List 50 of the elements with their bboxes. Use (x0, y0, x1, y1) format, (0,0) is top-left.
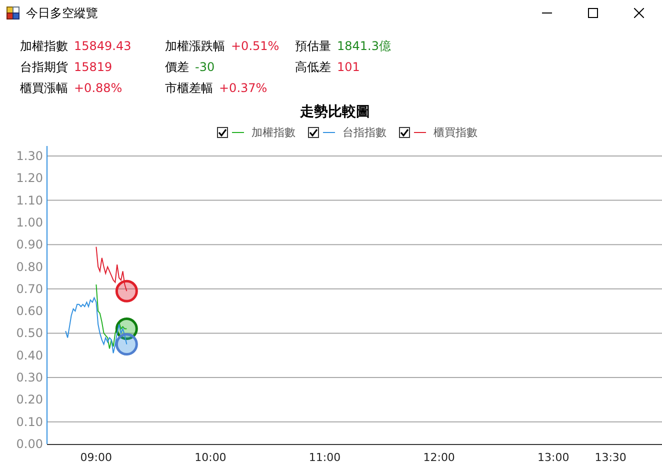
y-tick-label: 0.90 (16, 238, 43, 252)
chart-title: 走勢比較圖 (299, 103, 371, 121)
legend-checkbox[interactable] (308, 127, 318, 138)
y-tick-label: 0.60 (16, 304, 43, 318)
end-marker (115, 280, 138, 302)
y-tick-label: 1.10 (16, 193, 43, 208)
stat-label: 價差 (165, 59, 189, 76)
stat-value: 101 (337, 59, 360, 76)
y-tick-label: 0.70 (16, 282, 43, 296)
y-tick-label: 0.40 (16, 348, 43, 362)
stat-value: 15849.43 (74, 38, 132, 55)
y-tick-label: 0.30 (16, 370, 43, 385)
stat-value: +0.51% (231, 38, 280, 55)
stat-label: 市櫃差幅 (165, 80, 213, 97)
stat-label: 加權指數 (20, 38, 68, 55)
end-marker (115, 333, 138, 356)
x-tick-label: 12:00 (423, 451, 455, 464)
stat-value: +0.37% (219, 80, 268, 97)
legend-label: 櫃買指數 (434, 125, 478, 140)
y-tick-label: 1.20 (16, 171, 43, 186)
stat-label: 櫃買漲幅 (20, 80, 68, 97)
app-icon (6, 6, 20, 20)
stat-value: +0.88% (74, 80, 122, 97)
x-tick-label: 11:00 (308, 451, 341, 464)
stat-value: 15819 (74, 59, 112, 76)
y-tick-label: 0.00 (16, 437, 43, 451)
y-tick-label: 0.50 (16, 326, 43, 340)
y-tick-label: 0.10 (16, 414, 43, 429)
stat-value: -30 (195, 59, 215, 76)
stat-label: 預估量 (295, 38, 331, 55)
x-tick-label: 10:00 (194, 451, 226, 464)
legend-label: 台指指數 (342, 125, 386, 140)
close-icon (634, 8, 644, 18)
legend-checkbox[interactable] (398, 127, 410, 138)
y-tick-label: 1.00 (16, 215, 43, 230)
stat-label: 高低差 (295, 59, 331, 76)
series-line (96, 246, 128, 292)
maximize-icon (588, 8, 598, 18)
stat-label: 台指期貨 (20, 59, 68, 76)
x-tick-label: 09:00 (80, 451, 112, 464)
stat-label: 加權漲跌幅 (165, 38, 225, 55)
y-tick-label: 0.20 (16, 392, 43, 407)
x-tick-label: 13:30 (594, 451, 626, 464)
legend-label: 加權指數 (252, 125, 296, 140)
stat-value: 1841.3億 (337, 38, 391, 55)
x-tick-label: 13:00 (538, 451, 570, 464)
legend-checkbox[interactable] (216, 127, 228, 138)
y-tick-label: 1.30 (16, 149, 43, 163)
window-title: 今日多空縱覽 (26, 4, 99, 22)
y-tick-label: 0.80 (16, 260, 43, 274)
